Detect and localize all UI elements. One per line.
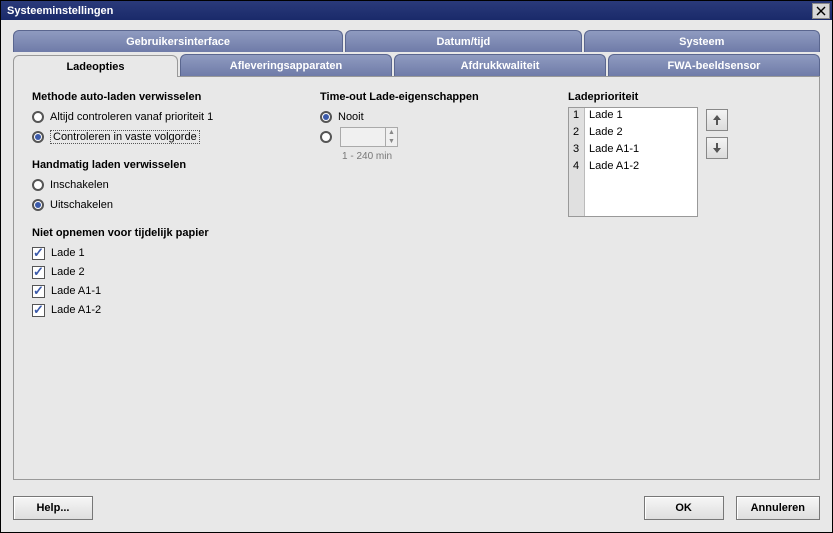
auto-switch-opt2[interactable]: Controleren in vaste volgorde <box>32 128 302 146</box>
priority-number: 4 <box>569 159 584 176</box>
tab-panel: Methode auto-laden verwisselen Altijd co… <box>13 76 820 480</box>
timeout-opt-never[interactable]: Nooit <box>320 108 550 126</box>
button-bar: Help... OK Annuleren <box>1 486 832 532</box>
priority-wrap: 1234 Lade 1Lade 2Lade A1-1Lade A1-2 <box>568 107 801 217</box>
cancel-button[interactable]: Annuleren <box>736 496 820 520</box>
radio-icon <box>32 111 44 123</box>
auto-switch-opt1-label: Altijd controleren vanaf prioriteit 1 <box>50 111 213 123</box>
tab-fwa-image-sensor[interactable]: FWA-beeldsensor <box>608 54 820 76</box>
radio-icon <box>320 131 332 143</box>
exclude-item-label: Lade A1-2 <box>51 304 101 316</box>
col-middle: Time-out Lade-eigenschappen Nooit ▲▼ 1 -… <box>320 89 550 467</box>
exclude-item[interactable]: Lade 1 <box>32 244 302 262</box>
auto-switch-opt2-label: Controleren in vaste volgorde <box>50 130 200 144</box>
content-area: Gebruikersinterface Datum/tijd Systeem L… <box>1 20 832 486</box>
timeout-minutes-spinner[interactable]: ▲▼ <box>340 127 398 147</box>
exclude-item[interactable]: Lade A1-2 <box>32 301 302 319</box>
close-button[interactable] <box>812 3 830 19</box>
priority-number: 3 <box>569 142 584 159</box>
help-button[interactable]: Help... <box>13 496 93 520</box>
exclude-item-label: Lade A1-1 <box>51 285 101 297</box>
tabrow-top: Gebruikersinterface Datum/tijd Systeem <box>13 30 820 52</box>
system-settings-window: Systeeminstellingen Gebruikersinterface … <box>0 0 833 533</box>
radio-icon <box>32 131 44 143</box>
timeout-hint: 1 - 240 min <box>342 151 550 162</box>
tab-print-quality[interactable]: Afdrukkwaliteit <box>394 54 606 76</box>
priority-number: 1 <box>569 108 584 125</box>
timeout-opt-never-label: Nooit <box>338 111 364 123</box>
arrow-down-icon <box>712 142 722 154</box>
tab-tray-options[interactable]: Ladeopties <box>13 55 178 77</box>
tab-user-interface[interactable]: Gebruikersinterface <box>13 30 343 52</box>
checkbox-icon <box>32 304 45 317</box>
tab-system[interactable]: Systeem <box>584 30 820 52</box>
window-title: Systeeminstellingen <box>7 5 113 17</box>
priority-numbers: 1234 <box>569 108 585 216</box>
spinner-arrows-icon: ▲▼ <box>385 128 397 146</box>
manual-switch-opt1-label: Inschakelen <box>50 179 109 191</box>
exclude-item[interactable]: Lade A1-1 <box>32 282 302 300</box>
arrow-up-icon <box>712 114 722 126</box>
ok-button[interactable]: OK <box>644 496 724 520</box>
priority-arrow-buttons <box>706 109 728 217</box>
checkbox-icon <box>32 285 45 298</box>
checkbox-icon <box>32 266 45 279</box>
exclude-item-label: Lade 1 <box>51 247 85 259</box>
radio-icon <box>320 111 332 123</box>
titlebar: Systeeminstellingen <box>1 1 832 20</box>
priority-items: Lade 1Lade 2Lade A1-1Lade A1-2 <box>585 108 697 216</box>
exclude-title: Niet opnemen voor tijdelijk papier <box>32 227 302 239</box>
priority-title: Ladeprioriteit <box>568 91 801 103</box>
col-right: Ladeprioriteit 1234 Lade 1Lade 2Lade A1-… <box>568 89 801 467</box>
tabrow-bottom: Ladeopties Afleveringsapparaten Afdrukkw… <box>13 54 820 76</box>
auto-switch-title: Methode auto-laden verwisselen <box>32 91 302 103</box>
exclude-item[interactable]: Lade 2 <box>32 263 302 281</box>
timeout-title: Time-out Lade-eigenschappen <box>320 91 550 103</box>
manual-switch-opt1[interactable]: Inschakelen <box>32 176 302 194</box>
auto-switch-opt1[interactable]: Altijd controleren vanaf prioriteit 1 <box>32 108 302 126</box>
exclude-item-label: Lade 2 <box>51 266 85 278</box>
priority-item[interactable]: Lade 1 <box>585 108 697 125</box>
checkbox-icon <box>32 247 45 260</box>
tab-delivery-devices[interactable]: Afleveringsapparaten <box>180 54 392 76</box>
radio-icon <box>32 179 44 191</box>
exclude-list: Lade 1 Lade 2 Lade A1-1 Lade A1-2 <box>32 243 302 320</box>
priority-number: 2 <box>569 125 584 142</box>
manual-switch-title: Handmatig laden verwisselen <box>32 159 302 171</box>
move-up-button[interactable] <box>706 109 728 131</box>
tab-date-time[interactable]: Datum/tijd <box>345 30 581 52</box>
manual-switch-opt2-label: Uitschakelen <box>50 199 113 211</box>
move-down-button[interactable] <box>706 137 728 159</box>
priority-list[interactable]: 1234 Lade 1Lade 2Lade A1-1Lade A1-2 <box>568 107 698 217</box>
close-icon <box>816 6 826 16</box>
col-left: Methode auto-laden verwisselen Altijd co… <box>32 89 302 467</box>
radio-icon <box>32 199 44 211</box>
timeout-opt-minutes[interactable]: ▲▼ <box>320 128 550 146</box>
priority-item[interactable]: Lade 2 <box>585 125 697 142</box>
priority-item[interactable]: Lade A1-1 <box>585 142 697 159</box>
manual-switch-opt2[interactable]: Uitschakelen <box>32 196 302 214</box>
priority-item[interactable]: Lade A1-2 <box>585 159 697 176</box>
